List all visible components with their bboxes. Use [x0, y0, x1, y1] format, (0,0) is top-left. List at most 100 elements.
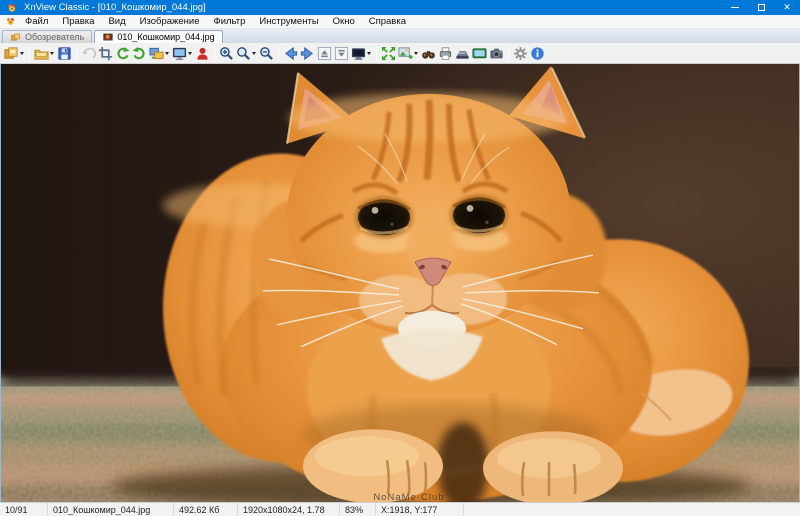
crop-icon	[98, 46, 113, 61]
page-down-button[interactable]	[333, 44, 350, 63]
dropdown-arrow-icon[interactable]	[188, 51, 192, 55]
toolbar-separator	[214, 45, 215, 61]
menubar: Файл Правка Вид Изображение Фильтр Инструмент…	[0, 15, 800, 29]
image-edit-icon	[398, 46, 413, 61]
scan-button[interactable]	[454, 44, 471, 63]
tab-active-2[interactable]: 010_Кошкомир_044.jpg	[94, 30, 223, 43]
image-tab-icon	[102, 32, 114, 42]
dropdown-arrow-icon[interactable]	[252, 51, 256, 55]
menu-item-6[interactable]: Инструменты	[252, 16, 325, 27]
next-image-icon	[300, 46, 315, 61]
page-down-icon	[334, 46, 349, 61]
red-eye-button[interactable]	[194, 44, 211, 63]
window-controls: ✕	[722, 0, 800, 15]
settings-icon	[513, 46, 528, 61]
tabbar: Обозреватель 010_Кошкомир_044.jpg	[0, 29, 800, 43]
app-icon	[6, 2, 18, 14]
page-up-button[interactable]	[316, 44, 333, 63]
statusbar: 10/91 010_Кошкомир_044.jpg 492.62 Кб 1920x1…	[0, 502, 800, 516]
fullscreen-icon	[351, 46, 366, 61]
find-icon	[421, 46, 436, 61]
capture-icon	[472, 46, 487, 61]
dropdown-arrow-icon[interactable]	[367, 51, 371, 55]
menu-item-2[interactable]: Правка	[55, 16, 101, 27]
info-icon	[530, 46, 545, 61]
toolbar-separator	[76, 45, 77, 61]
page-up-icon	[317, 46, 332, 61]
menu-item-5[interactable]: Фильтр	[206, 16, 252, 27]
toolbar	[0, 43, 800, 64]
close-icon: ✕	[783, 2, 791, 12]
minimize-icon	[731, 7, 739, 8]
status-zoom-level: 83%	[340, 503, 376, 516]
toolbar-separator	[376, 45, 377, 61]
prev-image-button[interactable]	[282, 44, 299, 63]
menu-item-4[interactable]: Изображение	[133, 16, 207, 27]
status-index: 10/91	[0, 503, 48, 516]
zoom-button[interactable]	[235, 44, 258, 63]
menu-item-8[interactable]: Справка	[362, 16, 413, 27]
slideshow-button[interactable]	[171, 44, 194, 63]
browser-tab-icon	[10, 32, 22, 42]
zoom-in-icon	[219, 46, 234, 61]
zoom-out-icon	[259, 46, 274, 61]
zoom-in-button[interactable]	[218, 44, 235, 63]
rotate-left-button[interactable]	[114, 44, 131, 63]
print-button[interactable]	[437, 44, 454, 63]
zoom-out-button[interactable]	[258, 44, 275, 63]
status-filesize: 492.62 Кб	[174, 503, 238, 516]
camera-button[interactable]	[488, 44, 505, 63]
scan-icon	[455, 46, 470, 61]
rotate-left-icon	[115, 46, 130, 61]
crop-button[interactable]	[97, 44, 114, 63]
next-image-button[interactable]	[299, 44, 316, 63]
browse-button[interactable]	[3, 44, 26, 63]
info-button[interactable]	[529, 44, 546, 63]
find-button[interactable]	[420, 44, 437, 63]
tab-inactive-1[interactable]: Обозреватель	[2, 30, 93, 43]
tab-label: Обозреватель	[25, 32, 85, 42]
dropdown-arrow-icon[interactable]	[50, 51, 54, 55]
undo-icon	[81, 46, 96, 61]
titlebar[interactable]: XnView Classic - [010_Кошкомир_044.jpg] …	[0, 0, 800, 15]
watermark: NoNaMe-Club	[373, 492, 444, 502]
status-filler	[464, 503, 800, 516]
menu-item-1[interactable]: Файл	[18, 16, 55, 27]
menu-item-7[interactable]: Окно	[326, 16, 362, 27]
browse-icon	[4, 46, 19, 61]
app-menu-icon[interactable]	[5, 16, 16, 27]
undo-button[interactable]	[80, 44, 97, 63]
open-folder-button[interactable]	[33, 44, 56, 63]
settings-button[interactable]	[512, 44, 529, 63]
cat-photo: NoNaMe-Club	[1, 64, 799, 502]
status-dimensions: 1920x1080x24, 1.78	[238, 503, 340, 516]
rotate-right-icon	[132, 46, 147, 61]
image-edit-button[interactable]	[397, 44, 420, 63]
prev-image-icon	[283, 46, 298, 61]
window-title: XnView Classic - [010_Кошкомир_044.jpg]	[24, 2, 206, 13]
print-icon	[438, 46, 453, 61]
menu-items: Файл Правка Вид Изображение Фильтр Инструмент…	[18, 16, 413, 27]
fullscreen-button[interactable]	[350, 44, 373, 63]
red-eye-icon	[195, 46, 210, 61]
maximize-button[interactable]	[748, 0, 774, 15]
dropdown-arrow-icon[interactable]	[20, 51, 24, 55]
save-button[interactable]	[56, 44, 73, 63]
menu-item-3[interactable]: Вид	[101, 16, 132, 27]
toolbar-separator	[278, 45, 279, 61]
open-folder-icon	[34, 46, 49, 61]
convert-button[interactable]	[148, 44, 171, 63]
slideshow-icon	[172, 46, 187, 61]
dropdown-arrow-icon[interactable]	[414, 51, 418, 55]
toolbar-separator	[29, 45, 30, 61]
dropdown-arrow-icon[interactable]	[165, 51, 169, 55]
status-filename: 010_Кошкомир_044.jpg	[48, 503, 174, 516]
tab-label: 010_Кошкомир_044.jpg	[117, 32, 215, 42]
close-button[interactable]: ✕	[774, 0, 800, 15]
capture-button[interactable]	[471, 44, 488, 63]
fit-window-button[interactable]	[380, 44, 397, 63]
rotate-right-button[interactable]	[131, 44, 148, 63]
image-viewer[interactable]: NoNaMe-Club	[0, 64, 800, 502]
status-cursor-position: X:1918, Y:177	[376, 503, 464, 516]
minimize-button[interactable]	[722, 0, 748, 15]
